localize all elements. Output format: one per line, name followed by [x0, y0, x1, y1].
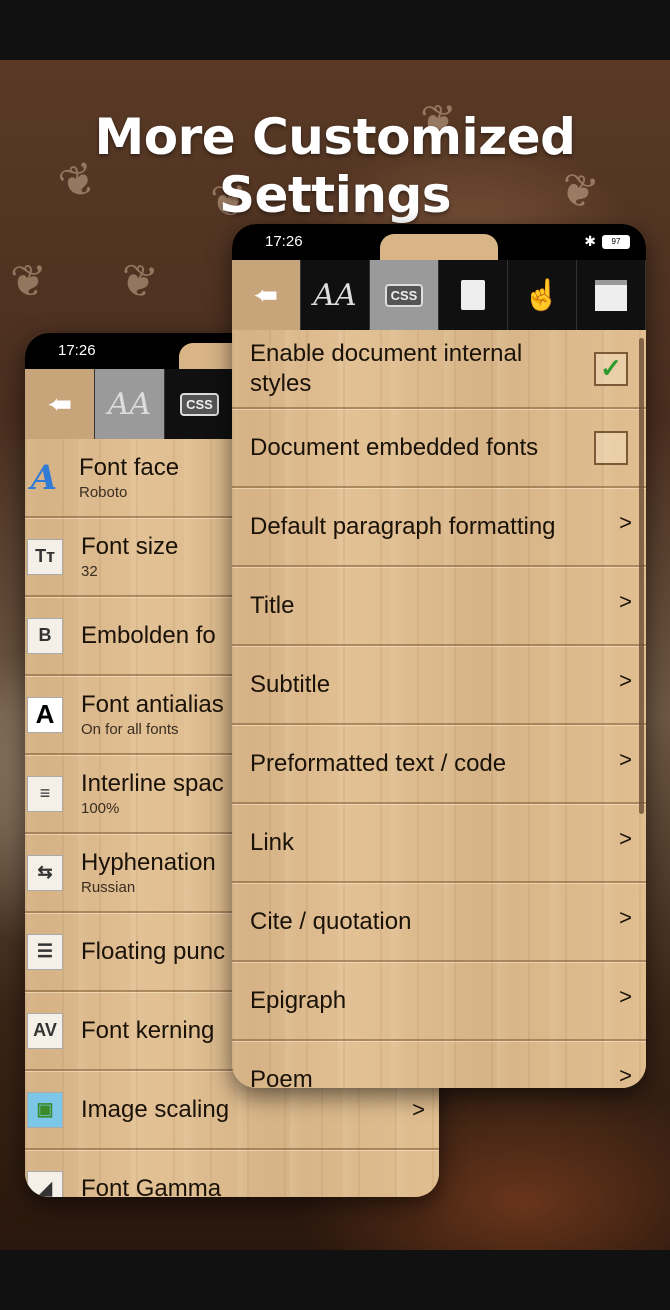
status-icons: ✱ 97 — [584, 233, 630, 250]
checkbox-checked[interactable]: ✓ — [594, 351, 628, 386]
list-item[interactable]: Cite / quotation > — [232, 883, 646, 962]
notch — [380, 234, 498, 260]
list-item[interactable]: Enable document internal styles ✓ — [232, 330, 646, 409]
chevron-right-icon: > — [619, 668, 632, 693]
item-title: Image scaling — [81, 1095, 230, 1123]
css-tab-icon: CSS — [180, 392, 219, 416]
tab-page[interactable] — [439, 260, 508, 330]
tab-fonts[interactable]: AA — [301, 260, 370, 330]
scrollbar[interactable] — [639, 338, 644, 814]
item-title: Subtitle — [250, 670, 331, 698]
status-bar: 17:26 ✱ 97 — [232, 224, 646, 260]
tab-window[interactable] — [577, 260, 646, 330]
tab-gestures[interactable]: ☝ — [508, 260, 577, 330]
gesture-icon: ☝ — [523, 278, 561, 312]
checkbox-unchecked[interactable] — [594, 430, 628, 465]
top-black-bar — [0, 0, 670, 60]
list-item[interactable]: Subtitle > — [232, 646, 646, 725]
settings-toolbar: ➨ AA CSS ☝ — [232, 260, 646, 330]
status-time: 17:26 — [265, 233, 303, 250]
item-title: Default paragraph formatting — [250, 512, 556, 540]
list-item[interactable]: Document embedded fonts — [232, 409, 646, 488]
css-settings-list: Enable document internal styles ✓ Document… — [232, 330, 646, 1088]
item-title: Enable document internal styles — [250, 339, 523, 397]
chevron-right-icon: > — [619, 747, 632, 772]
list-item[interactable]: Epigraph > — [232, 962, 646, 1041]
item-title: Poem — [250, 1065, 313, 1089]
back-arrow-icon: ➨ — [253, 278, 279, 312]
item-value: On for all fonts — [81, 721, 179, 738]
tab-fonts[interactable]: AA — [95, 369, 165, 439]
back-button[interactable]: ➨ — [232, 260, 301, 330]
list-item[interactable]: Title > — [232, 567, 646, 646]
status-time: 17:26 — [58, 342, 96, 359]
item-title: Link — [250, 828, 295, 856]
tab-css[interactable]: CSS — [370, 260, 439, 330]
font-settings-icon: AA — [313, 277, 357, 313]
image-scaling-icon: ▣ — [27, 1091, 63, 1128]
page-icon — [461, 280, 485, 310]
front-phone-screen: 17:26 ✱ 97 ➨ AA CSS ☝ Enable document in… — [232, 224, 646, 1088]
list-item[interactable]: Poem > — [232, 1041, 646, 1088]
item-value: Roboto — [79, 484, 128, 501]
item-value: 100% — [81, 800, 120, 817]
list-item[interactable]: Preformatted text / code > — [232, 725, 646, 804]
item-title: Floating punc — [81, 937, 226, 965]
item-value: 32 — [81, 563, 98, 580]
chevron-right-icon: > — [619, 1063, 632, 1088]
item-title: Title — [250, 591, 295, 619]
back-arrow-icon: ➨ — [46, 387, 73, 421]
item-title: Hyphenation — [81, 849, 216, 876]
interline-icon: ≡ — [27, 775, 63, 812]
item-title: Interline spac — [81, 770, 224, 797]
checkmark-icon: ✓ — [600, 353, 622, 383]
font-size-icon: Tт — [27, 538, 63, 575]
item-title: Document embedded fonts — [250, 433, 539, 461]
item-title: Preformatted text / code — [250, 749, 507, 777]
list-item[interactable]: Link > — [232, 804, 646, 883]
kerning-icon: AV — [27, 1012, 63, 1049]
list-item[interactable]: ◢ Font Gamma — [25, 1150, 439, 1197]
css-tab-icon: CSS — [384, 283, 424, 307]
chevron-right-icon: > — [619, 905, 632, 930]
item-title: Cite / quotation — [250, 907, 412, 935]
battery-icon: 97 — [602, 234, 630, 249]
gamma-icon: ◢ — [27, 1170, 63, 1197]
item-title: Font Gamma — [81, 1174, 222, 1198]
item-value: Russian — [81, 879, 136, 896]
item-title: Embolden fo — [81, 621, 216, 649]
window-icon — [595, 279, 627, 311]
chevron-right-icon: > — [619, 826, 632, 851]
embolden-icon: B — [27, 617, 63, 654]
tab-css[interactable]: CSS — [165, 369, 235, 439]
chevron-right-icon: > — [619, 589, 632, 614]
chevron-right-icon: > — [412, 1096, 425, 1122]
item-title: Font kerning — [81, 1016, 215, 1044]
floating-punctuation-icon: ☰ — [27, 933, 63, 970]
antialias-icon: A — [27, 696, 63, 733]
font-settings-icon: AA — [107, 386, 152, 422]
chevron-right-icon: > — [619, 510, 632, 535]
hyphenation-icon: ⇆ — [27, 854, 63, 891]
list-item[interactable]: Default paragraph formatting > — [232, 488, 646, 567]
promo-headline: More Customized Settings — [94, 108, 576, 224]
bottom-black-bar — [0, 1250, 670, 1310]
back-button[interactable]: ➨ — [25, 369, 95, 439]
font-face-icon: A — [30, 457, 58, 498]
bluetooth-icon: ✱ — [584, 233, 596, 249]
item-title: Font size — [81, 533, 179, 560]
chevron-right-icon: > — [619, 984, 632, 1009]
item-title: Font face — [79, 454, 180, 481]
item-title: Font antialias — [81, 691, 224, 718]
item-title: Epigraph — [250, 986, 347, 1014]
